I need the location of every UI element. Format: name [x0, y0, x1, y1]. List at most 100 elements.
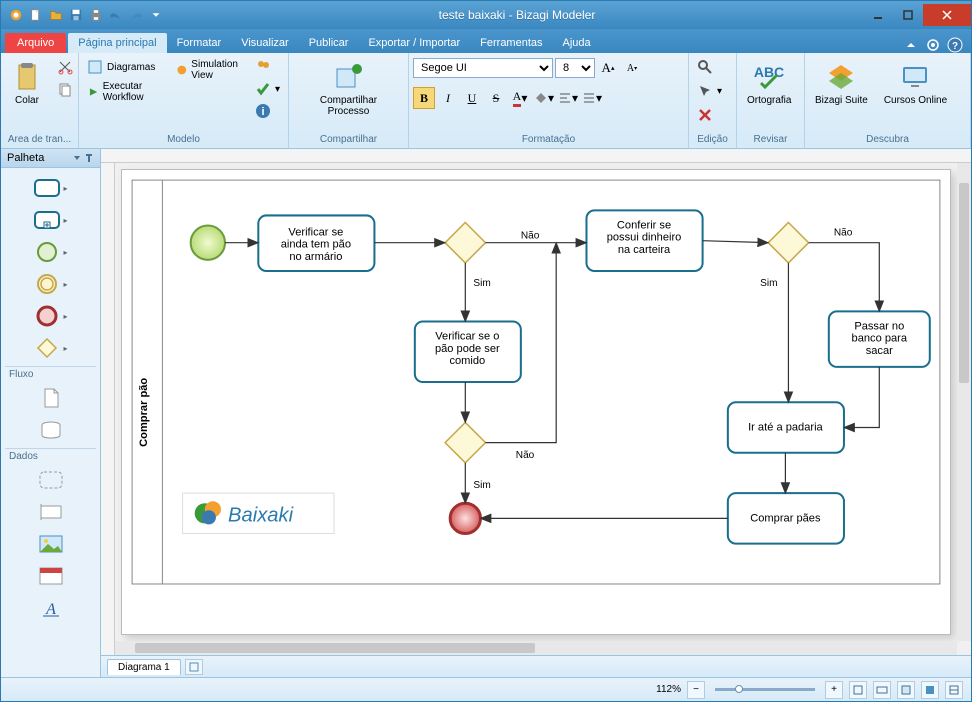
palette-annotation[interactable] [5, 496, 96, 528]
ribbon-group-edit: ▾ Edição [689, 53, 737, 148]
palette-data-object[interactable] [5, 382, 96, 414]
palette-gateway[interactable]: ▸ [5, 332, 96, 364]
vertical-scrollbar[interactable] [957, 163, 971, 641]
workflow-button[interactable]: Executar Workflow [83, 79, 168, 105]
share-button[interactable]: Compartilhar Processo [293, 57, 404, 121]
gear-icon[interactable] [925, 37, 941, 53]
palette-subprocess[interactable]: ▸ [5, 204, 96, 236]
open-icon[interactable] [47, 6, 65, 24]
paste-label: Colar [15, 95, 39, 106]
new-icon[interactable] [27, 6, 45, 24]
svg-text:Comprar pães: Comprar pães [750, 512, 821, 524]
zoom-slider[interactable] [715, 688, 815, 691]
palette-header[interactable] [5, 560, 96, 592]
palette-datastore[interactable] [5, 414, 96, 446]
maximize-button[interactable] [893, 4, 923, 26]
svg-text:A: A [45, 601, 56, 618]
print-icon[interactable] [87, 6, 105, 24]
spelling-label: Ortografia [747, 95, 791, 106]
fillcolor-button[interactable]: ▾ [533, 87, 555, 109]
palette-header: Palheta [1, 149, 100, 168]
tab-view[interactable]: Visualizar [231, 33, 299, 53]
bpmn-diagram: Comprar pão Verificar seainda tem pãono … [122, 170, 950, 594]
palette-body: ▸ ▸ ▸ ▸ ▸ ▸ Fluxo Dados A [1, 168, 100, 677]
window-controls [863, 4, 971, 26]
underline-button[interactable]: U [461, 87, 483, 109]
end-event[interactable] [450, 503, 480, 533]
close-button[interactable] [923, 4, 971, 26]
delete-button[interactable] [693, 105, 717, 125]
diagram-canvas[interactable]: Comprar pão Verificar seainda tem pãono … [121, 169, 951, 635]
fit-page-button[interactable] [849, 681, 867, 699]
fontsize-select[interactable]: 8 [555, 58, 595, 78]
palette-end-event[interactable]: ▸ [5, 300, 96, 332]
grow-font-button[interactable]: A▴ [597, 57, 619, 79]
strike-button[interactable]: S [485, 87, 507, 109]
tab-export[interactable]: Exportar / Importar [358, 33, 470, 53]
palette-text[interactable]: A [5, 592, 96, 624]
add-diagram-button[interactable] [185, 659, 203, 675]
diagram-tab-1[interactable]: Diagrama 1 [107, 659, 181, 675]
simview-button[interactable]: Simulation View [172, 57, 247, 83]
minimize-button[interactable] [863, 4, 893, 26]
italic-button[interactable]: I [437, 87, 459, 109]
svg-text:i: i [261, 106, 264, 118]
view-mode3-button[interactable] [945, 681, 963, 699]
canvas-viewport[interactable]: Comprar pão Verificar seainda tem pãono … [101, 149, 971, 655]
fontcolor-button[interactable]: A▾ [509, 87, 531, 109]
view-mode1-button[interactable] [897, 681, 915, 699]
palette-group[interactable] [5, 464, 96, 496]
check-button[interactable]: ▾ [251, 79, 284, 99]
diagrams-button[interactable]: Diagramas [83, 57, 168, 77]
users-button[interactable] [251, 57, 284, 77]
dropdown-icon[interactable] [72, 153, 82, 163]
app-icon[interactable] [7, 6, 25, 24]
palette-image[interactable] [5, 528, 96, 560]
horizontal-scrollbar[interactable] [115, 641, 957, 655]
find-button[interactable] [693, 57, 717, 77]
tab-help[interactable]: Ajuda [553, 33, 601, 53]
tab-tools[interactable]: Ferramentas [470, 33, 552, 53]
undo-icon[interactable] [107, 6, 125, 24]
save-icon[interactable] [67, 6, 85, 24]
paste-button[interactable]: Colar [5, 57, 49, 110]
bold-button[interactable]: B [413, 87, 435, 109]
start-event[interactable] [191, 226, 225, 260]
tab-format[interactable]: Formatar [167, 33, 232, 53]
align-button[interactable]: ▾ [557, 87, 579, 109]
svg-text:Ir até a padaria: Ir até a padaria [748, 422, 823, 434]
svg-text:Verificar seainda tem pãono ar: Verificar seainda tem pãono armário [281, 227, 351, 263]
collapse-ribbon-icon[interactable] [903, 37, 919, 53]
palette-task[interactable]: ▸ [5, 172, 96, 204]
svg-text:Sim: Sim [473, 480, 490, 491]
zoom-in-button[interactable]: + [825, 681, 843, 699]
qat-dropdown-icon[interactable] [147, 6, 165, 24]
svg-text:ABC: ABC [754, 64, 784, 80]
select-button[interactable]: ▾ [693, 81, 726, 101]
help-icon[interactable]: ? [947, 37, 963, 53]
tab-publish[interactable]: Publicar [299, 33, 359, 53]
palette-intermediate-event[interactable]: ▸ [5, 268, 96, 300]
view-mode2-button[interactable] [921, 681, 939, 699]
titlebar: teste baixaki - Bizagi Modeler [1, 1, 971, 29]
tab-home[interactable]: Página principal [68, 33, 166, 53]
zoom-out-button[interactable]: − [687, 681, 705, 699]
copy-button[interactable] [53, 79, 77, 99]
spelling-button[interactable]: ABC Ortografia [741, 57, 797, 110]
svg-text:Não: Não [521, 231, 540, 242]
font-select[interactable]: Segoe UI [413, 58, 553, 78]
pin-icon[interactable] [84, 153, 94, 163]
window-title: teste baixaki - Bizagi Modeler [171, 8, 863, 22]
fit-width-button[interactable] [873, 681, 891, 699]
cut-button[interactable] [53, 57, 77, 77]
shrink-font-button[interactable]: A▾ [621, 57, 643, 79]
courses-label: Cursos Online [884, 95, 947, 106]
info-button[interactable]: i [251, 101, 284, 121]
redo-icon[interactable] [127, 6, 145, 24]
ribbon-group-format: Segoe UI 8 A▴ A▾ B I U S A▾ ▾ ▾ ▾ Format… [409, 53, 689, 148]
valign-button[interactable]: ▾ [581, 87, 603, 109]
palette-start-event[interactable]: ▸ [5, 236, 96, 268]
courses-button[interactable]: Cursos Online [878, 57, 953, 110]
tab-file[interactable]: Arquivo [5, 33, 66, 53]
bizagi-suite-button[interactable]: Bizagi Suite [809, 57, 874, 110]
